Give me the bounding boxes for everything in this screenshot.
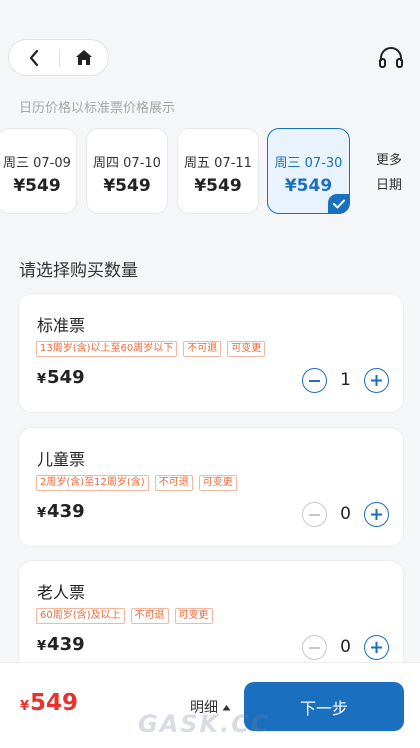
ticket-tag: 可变更 (227, 341, 266, 357)
total-price: ¥549 (20, 690, 78, 716)
home-icon (76, 50, 92, 65)
ticket-card-standard: 标准票 13周岁(含)以上至60周岁以下 不可退 可变更 ¥549 1 (18, 293, 404, 413)
date-option[interactable]: 周四 07-10 ¥549 (86, 128, 168, 214)
ticket-tags: 60周岁(含)及以上 不可退 可变更 (36, 608, 213, 624)
date-label: 周三 07-09 (3, 156, 71, 171)
quantity-value: 0 (340, 637, 351, 657)
ticket-tag: 可变更 (174, 608, 213, 624)
more-dates-line2: 日期 (376, 178, 403, 193)
quantity-stepper: 0 (302, 635, 389, 661)
ticket-price: ¥439 (37, 501, 85, 522)
increase-button[interactable] (364, 502, 389, 527)
ticket-tag: 13周岁(含)以上至60周岁以下 (36, 341, 178, 357)
watermark: GASK.CC (138, 710, 271, 738)
decrease-button[interactable] (302, 368, 327, 393)
currency-symbol: ¥ (37, 639, 47, 654)
increase-button[interactable] (364, 635, 389, 660)
ticket-name: 标准票 (37, 316, 86, 335)
date-price: ¥549 (103, 176, 151, 196)
quantity-stepper: 0 (302, 502, 389, 528)
date-label: 周四 07-10 (93, 156, 161, 171)
decrease-button[interactable] (302, 502, 327, 527)
ticket-tag: 可变更 (198, 475, 237, 491)
home-button[interactable] (59, 40, 109, 75)
quantity-section-title: 请选择购买数量 (19, 261, 138, 281)
plus-icon (371, 509, 382, 520)
price-value: 549 (47, 367, 85, 388)
quantity-value: 1 (340, 370, 351, 390)
ticket-tags: 13周岁(含)以上至60周岁以下 不可退 可变更 (36, 341, 266, 357)
date-option-selected[interactable]: 周三 07-30 ¥549 (267, 128, 350, 214)
back-button[interactable] (9, 40, 59, 75)
date-option[interactable]: 周五 07-11 ¥549 (177, 128, 259, 214)
more-dates-line1: 更多 (376, 153, 403, 168)
ticket-price: ¥439 (37, 634, 85, 655)
increase-button[interactable] (364, 368, 389, 393)
ticket-name: 儿童票 (37, 450, 86, 469)
price-value: 439 (47, 634, 85, 655)
headset-icon[interactable] (378, 45, 404, 71)
ticket-tag: 不可退 (130, 608, 169, 624)
date-label: 周五 07-11 (184, 156, 252, 171)
date-option[interactable]: 周三 07-09 ¥549 (0, 128, 77, 214)
currency-symbol: ¥ (37, 506, 47, 521)
date-price: ¥549 (284, 176, 333, 196)
currency-symbol: ¥ (20, 699, 30, 714)
ticket-tag: 不可退 (154, 475, 193, 491)
decrease-button[interactable] (302, 635, 327, 660)
nav-capsule (8, 39, 109, 76)
ticket-price: ¥549 (37, 367, 85, 388)
check-icon (328, 194, 350, 214)
ticket-tag: 60周岁(含)及以上 (36, 608, 125, 624)
top-bar (0, 0, 420, 100)
more-dates-button[interactable]: 更多 日期 (376, 148, 402, 198)
date-price: ¥549 (13, 176, 61, 196)
quantity-stepper: 1 (302, 368, 389, 394)
ticket-name: 老人票 (37, 583, 86, 602)
total-value: 549 (30, 690, 79, 716)
calendar-price-hint: 日历价格以标准票价格展示 (19, 101, 176, 116)
chevron-left-icon (29, 49, 39, 66)
minus-icon (309, 646, 320, 649)
date-label: 周三 07-30 (274, 156, 343, 171)
ticket-tag: 2周岁(含)至12周岁(含) (36, 475, 149, 491)
minus-icon (309, 513, 320, 516)
date-selector: 周三 07-09 ¥549 周四 07-10 ¥549 周五 07-11 ¥54… (0, 128, 420, 216)
currency-symbol: ¥ (37, 372, 47, 387)
ticket-card-child: 儿童票 2周岁(含)至12周岁(含) 不可退 可变更 ¥439 0 (18, 427, 404, 547)
ticket-tags: 2周岁(含)至12周岁(含) 不可退 可变更 (36, 475, 237, 491)
plus-icon (371, 375, 382, 386)
ticket-tag: 不可退 (183, 341, 222, 357)
plus-icon (371, 642, 382, 653)
date-price: ¥549 (194, 176, 242, 196)
price-value: 439 (47, 501, 85, 522)
minus-icon (309, 379, 320, 382)
quantity-value: 0 (340, 504, 351, 524)
